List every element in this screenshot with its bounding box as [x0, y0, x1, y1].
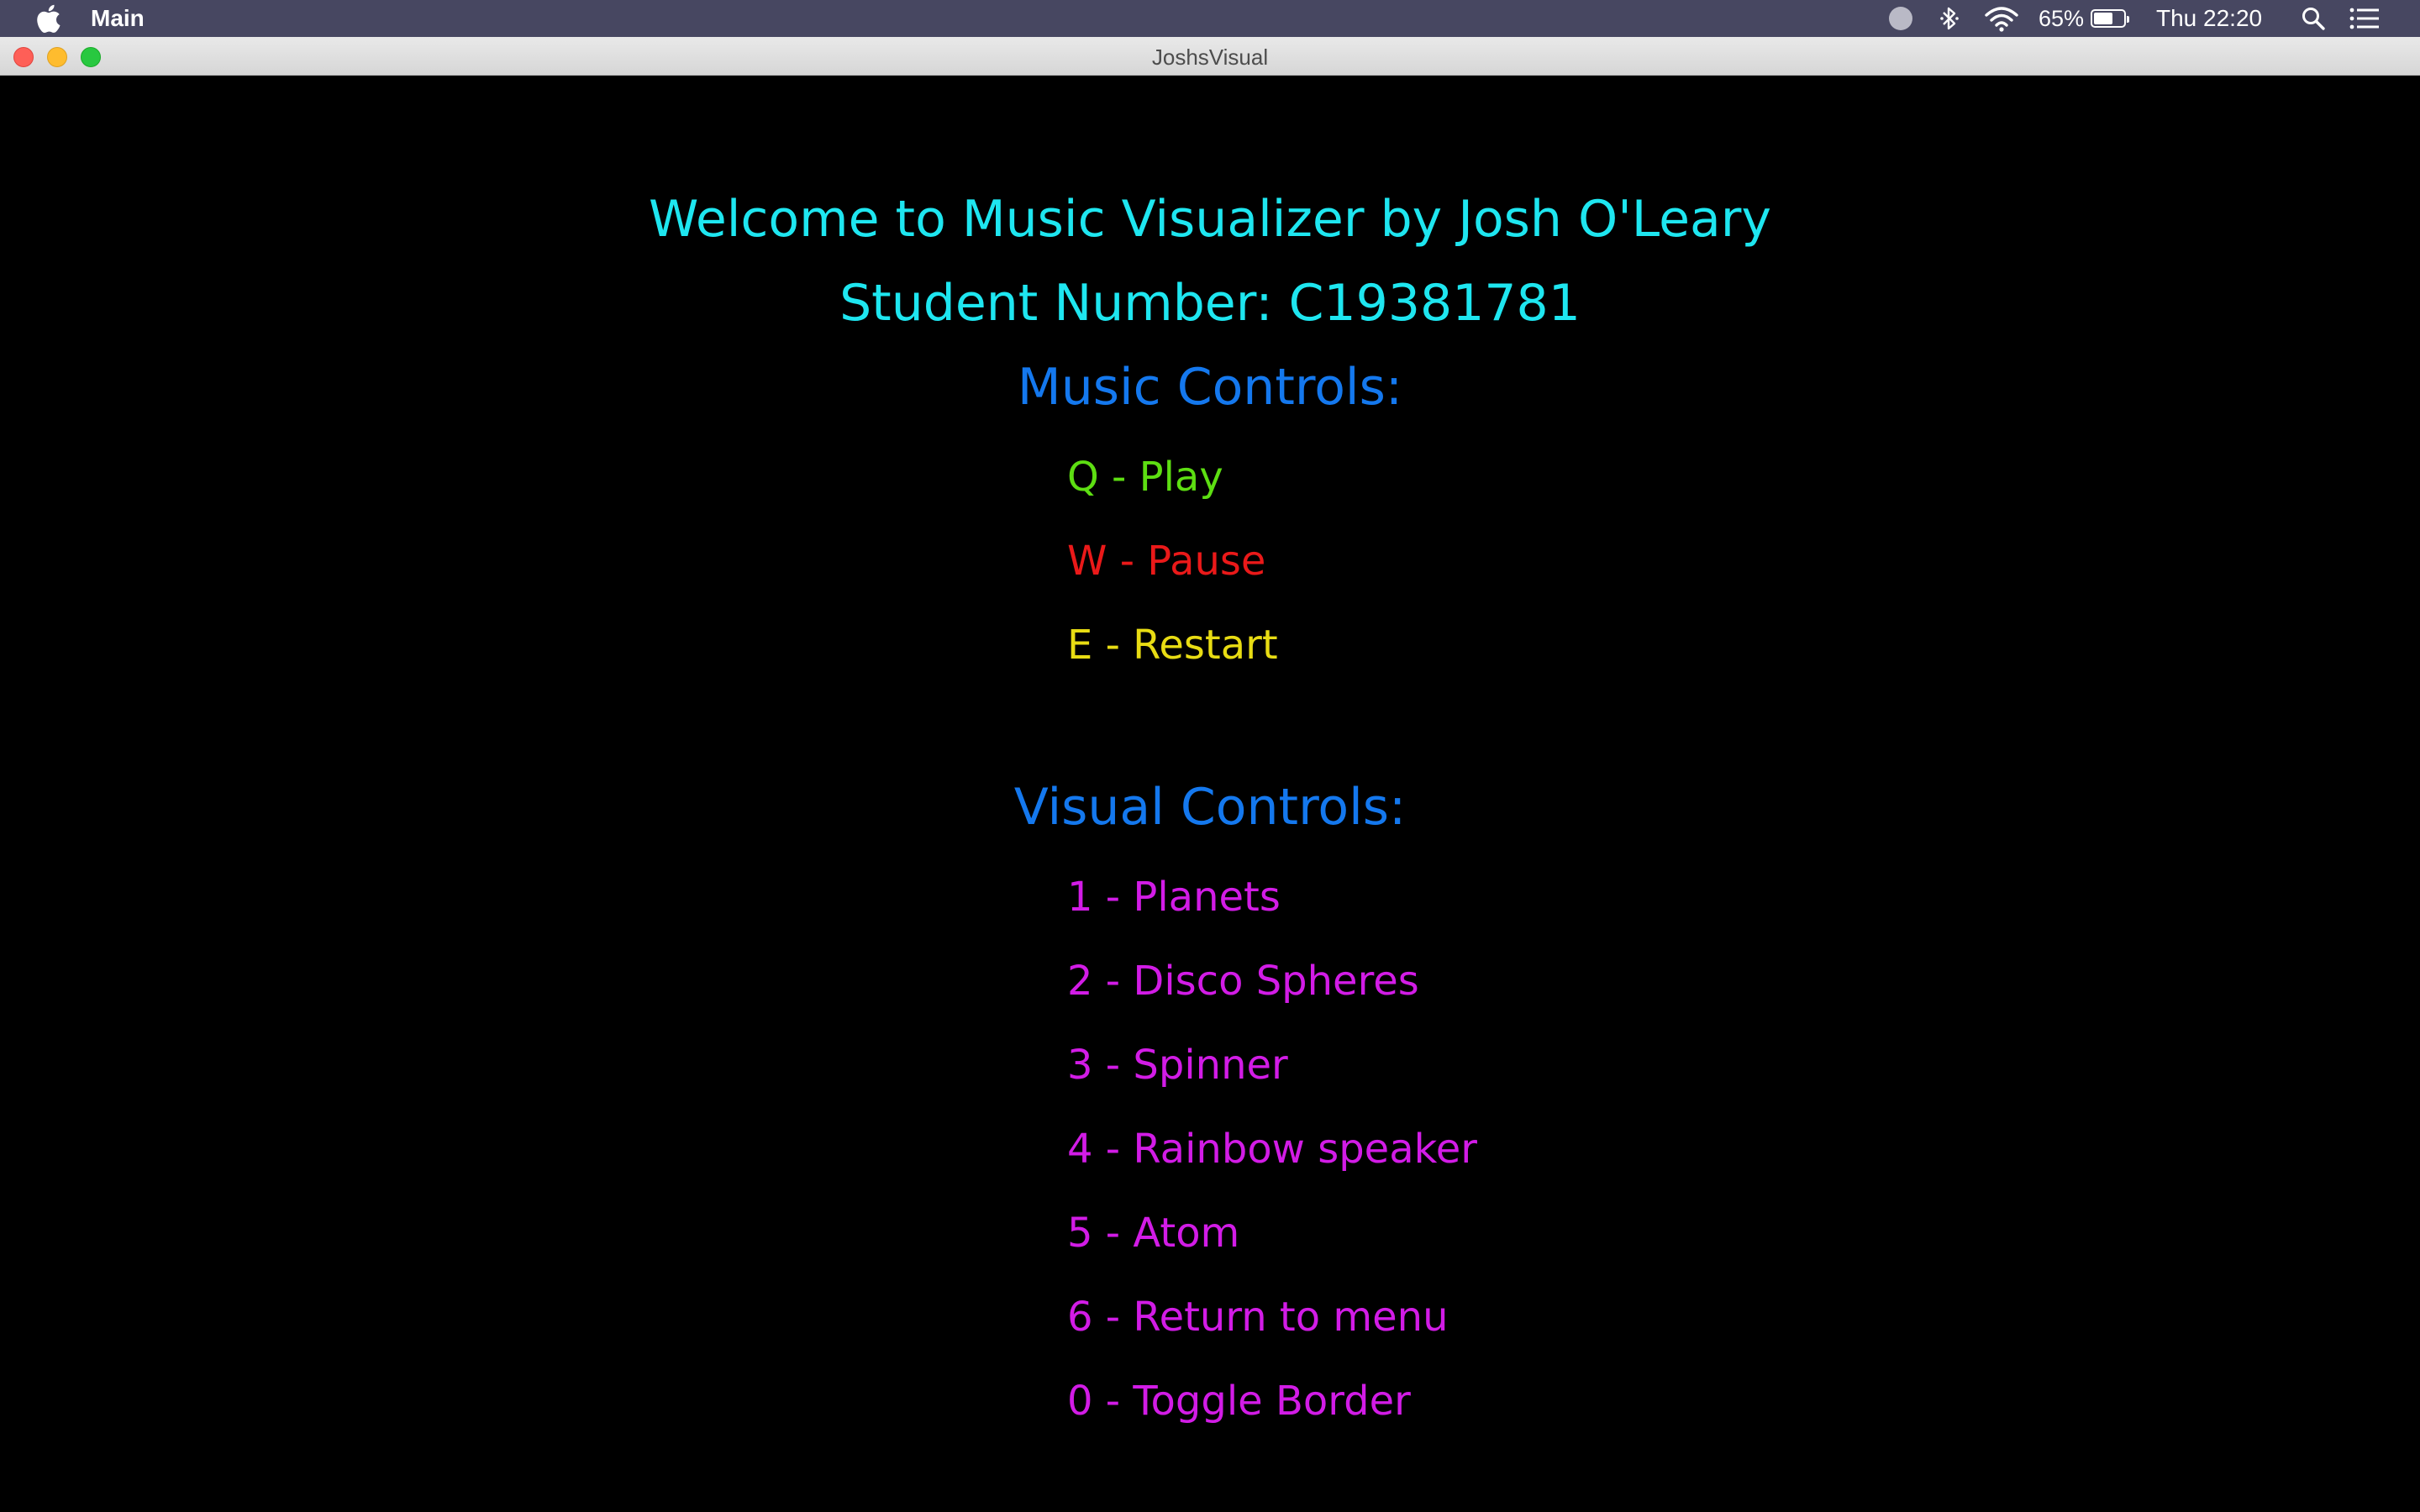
music-control-pause: W - Pause	[1067, 538, 1266, 585]
visual-control-atom: 5 - Atom	[1067, 1210, 1240, 1257]
music-controls-heading: Music Controls:	[1017, 358, 1403, 417]
visualizer-canvas[interactable]: Welcome to Music Visualizer by Josh O'Le…	[0, 76, 2420, 1512]
apple-logo-icon[interactable]	[34, 3, 62, 34]
visual-control-spinner: 3 - Spinner	[1067, 1042, 1288, 1089]
battery-percent: 65%	[2039, 5, 2085, 31]
recording-indicator-icon[interactable]	[1889, 0, 1912, 37]
app-menu-name[interactable]: Main	[91, 5, 145, 32]
visual-control-disco-spheres: 2 - Disco Spheres	[1067, 958, 1419, 1005]
menu-bar: Main 65% Thu 22:20	[0, 0, 2420, 37]
visual-control-toggle-border: 0 - Toggle Border	[1067, 1378, 1411, 1425]
wifi-icon[interactable]	[1983, 0, 2020, 37]
battery-icon[interactable]	[2091, 0, 2129, 37]
visual-control-rainbow-speaker: 4 - Rainbow speaker	[1067, 1126, 1477, 1173]
menubar-clock[interactable]: Thu 22:20	[2156, 0, 2262, 37]
visual-control-planets: 1 - Planets	[1067, 874, 1281, 921]
student-number: Student Number: C19381781	[839, 274, 1581, 333]
visual-controls-heading: Visual Controls:	[1013, 778, 1407, 837]
bluetooth-icon[interactable]	[1939, 0, 1960, 37]
window-title: JoshsVisual	[1151, 45, 1269, 70]
visual-control-return-to-menu: 6 - Return to menu	[1067, 1294, 1449, 1341]
window-title-bar[interactable]: JoshsVisual	[0, 37, 2420, 76]
spotlight-search-icon[interactable]	[2301, 0, 2326, 37]
welcome-title: Welcome to Music Visualizer by Josh O'Le…	[649, 190, 1771, 249]
notification-center-icon[interactable]	[2349, 0, 2380, 37]
music-control-play: Q - Play	[1067, 454, 1223, 501]
music-control-restart: E - Restart	[1067, 622, 1278, 669]
